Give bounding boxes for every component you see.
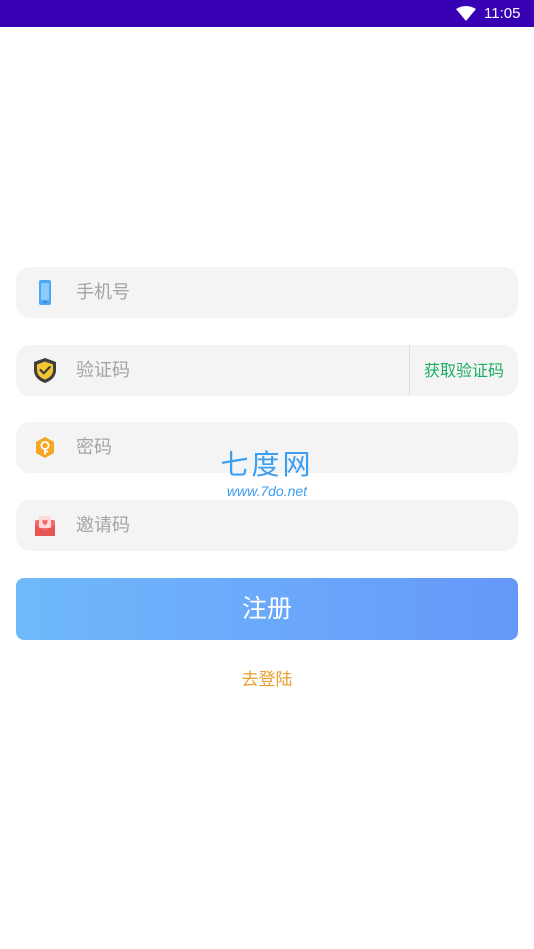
watermark-url: www.7do.net [226,483,308,499]
password-input[interactable] [76,422,396,473]
key-badge-icon [36,437,54,458]
phone-field[interactable] [16,267,518,318]
code-field[interactable]: 获取验证码 [16,345,518,396]
password-field[interactable] [16,422,518,473]
register-button[interactable]: 注册 [16,578,518,640]
status-time: 11:05 [484,5,521,22]
shield-icon [34,358,56,383]
phone-icon [39,280,51,305]
invite-mail-icon [35,516,55,536]
go-login-link[interactable]: 去登陆 [0,668,534,692]
invite-input[interactable] [76,500,396,551]
invite-field[interactable] [16,500,518,551]
get-code-button[interactable]: 获取验证码 [410,345,518,396]
code-input[interactable] [76,345,376,396]
status-bar: 11:05 [0,0,534,27]
phone-input[interactable] [76,267,396,318]
wifi-icon [456,6,476,21]
